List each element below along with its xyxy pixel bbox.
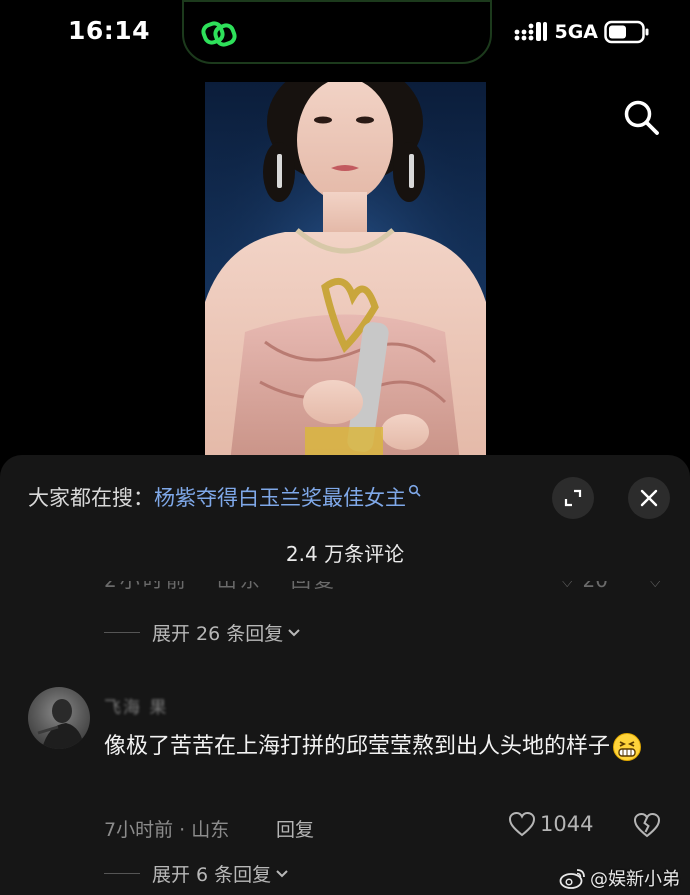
trending-search[interactable]: 大家都在搜：杨紫夺得白玉兰奖最佳女主 (28, 482, 421, 512)
comment-username[interactable]: 飞海 果 (104, 693, 168, 718)
comment-count: 2.4 万条评论 (285, 542, 405, 566)
chevron-down-icon (276, 869, 288, 877)
expand-replies-current[interactable]: 展开 6 条回复 (104, 860, 289, 887)
watermark: @娱新小弟 (559, 865, 680, 891)
small-search-icon (408, 484, 421, 497)
network-label: 5GA (554, 21, 598, 43)
battery-icon (604, 20, 649, 44)
like-count: 1044 (540, 812, 594, 836)
video-player[interactable] (205, 82, 486, 462)
comment-time-location: 7小时前 · 山东 (104, 819, 230, 841)
link-icon (201, 21, 237, 47)
search-icon[interactable] (622, 98, 662, 138)
avatar-image (37, 699, 84, 749)
dynamic-island[interactable] (182, 0, 492, 64)
watermark-text: @娱新小弟 (590, 869, 680, 890)
expand-replies-previous[interactable]: 展开 26 条回复 (104, 619, 301, 646)
weibo-icon (559, 869, 585, 889)
expand-button[interactable] (552, 477, 594, 519)
previous-comment-likes: ♡ 20 ♡ (558, 581, 664, 590)
status-indicators: 5GA (514, 20, 650, 44)
divider-line (104, 632, 140, 633)
comment-body: 像极了苦苦在上海打拼的邱莹莹熬到出人头地的样子 (104, 727, 664, 767)
status-time: 16:14 (68, 16, 151, 45)
signal-icon (515, 22, 548, 41)
reply-button[interactable]: 回复 (276, 815, 314, 842)
like-button[interactable]: 1044 (508, 811, 593, 837)
close-icon (640, 489, 658, 507)
expand-replies-label: 展开 6 条回复 (152, 864, 272, 886)
search-hint-query[interactable]: 杨紫夺得白玉兰奖最佳女主 (154, 486, 406, 510)
grin-emoji-icon (613, 733, 642, 761)
chevron-down-icon (288, 628, 300, 636)
search-hint-prefix: 大家都在搜： (28, 486, 154, 510)
close-button[interactable] (628, 477, 670, 519)
comment-text: 像极了苦苦在上海打拼的邱莹莹熬到出人头地的样子 (104, 734, 611, 759)
previous-comment-meta: 2小时前 · 山东 回复 ♡ 20 ♡ (104, 581, 664, 597)
app-screen: 16:14 5GA 大家都在搜：杨紫夺得白玉兰奖最佳女主 2.4 万条评论 展开… (0, 0, 690, 895)
expand-replies-label: 展开 26 条回复 (152, 623, 284, 645)
avatar[interactable] (28, 687, 90, 749)
divider-line (104, 873, 140, 874)
broken-heart-icon[interactable] (633, 812, 661, 838)
previous-comment-time: 2小时前 · 山东 回复 (104, 581, 337, 590)
video-frame-image (205, 82, 486, 462)
expand-icon (564, 489, 582, 507)
comments-panel: 大家都在搜：杨紫夺得白玉兰奖最佳女主 2.4 万条评论 2小时前 · 山东 回复… (0, 455, 690, 895)
heart-icon (508, 811, 536, 837)
